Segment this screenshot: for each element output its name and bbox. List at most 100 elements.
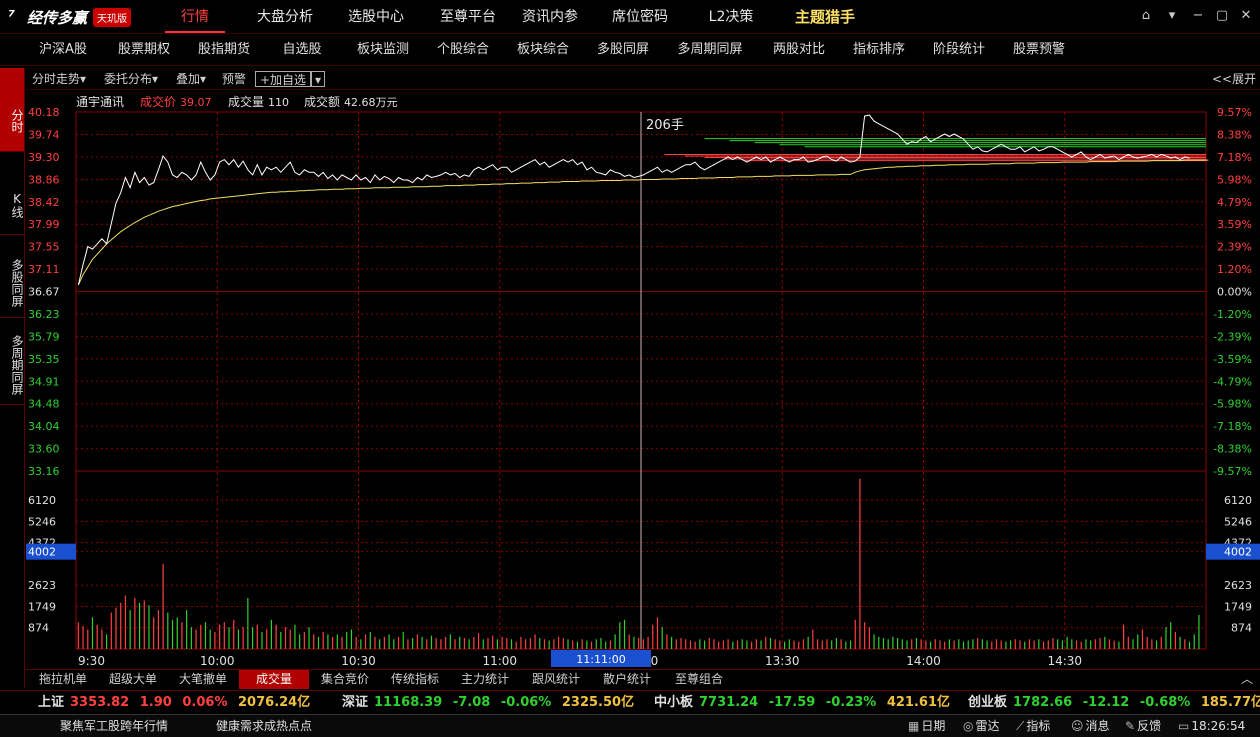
add-self-button[interactable]: +加自选: [255, 71, 312, 87]
sub-nav-duogu[interactable]: 多股同屏: [590, 35, 656, 65]
date-button[interactable]: ▦ 日期: [908, 718, 945, 735]
left-tab-duogu[interactable]: 多股同屏: [0, 236, 24, 318]
radar-label: 雷达: [975, 719, 1000, 733]
top-nav-xuangu[interactable]: 选股中心: [340, 0, 412, 34]
time-tick-label: 13:30: [765, 654, 800, 668]
bottom-tab-sanhu[interactable]: 散户统计: [594, 670, 660, 689]
price-tick-label: 35.35: [28, 353, 60, 366]
bottom-tab-zhuli[interactable]: 主力统计: [452, 670, 518, 689]
diejia-dropdown[interactable]: 叠加▾: [176, 71, 206, 87]
collapse-up-icon[interactable]: ︿: [1236, 670, 1258, 689]
volume-label: 成交量: [228, 94, 264, 109]
intraday-chart[interactable]: 40.18 9.57% 39.74 8.38% 39.30 7.18% 38.86 5.98%…: [26, 91, 1260, 669]
top-nav-hangqing[interactable]: 行情: [165, 0, 225, 34]
fenshi-dropdown[interactable]: 分时走势▾: [32, 71, 86, 87]
close-icon[interactable]: ✕: [1236, 6, 1256, 26]
pct-tick-label: 3.59%: [1217, 218, 1252, 231]
pct-tick-label: 9.57%: [1217, 106, 1252, 119]
weituo-label: 委托分布: [104, 72, 153, 86]
left-view-tabs: 分时 K线 多股同屏 多周期同屏: [0, 68, 25, 688]
pct-tick-label: -7.18%: [1213, 420, 1252, 433]
caret-down-icon: ▾: [200, 72, 207, 86]
price-tick-label: 36.23: [28, 308, 60, 321]
menu-dropdown-icon[interactable]: ▾: [1162, 6, 1182, 26]
price-tick-label: 38.86: [28, 173, 60, 186]
edit-icon: ✎: [1125, 719, 1136, 733]
minimize-icon[interactable]: −: [1188, 6, 1208, 26]
price-tick-label: 38.42: [28, 196, 60, 209]
bottom-tab-chaoji[interactable]: 超级大单: [100, 670, 166, 689]
volume-value: 110: [268, 96, 289, 109]
volume-bars: [77, 478, 1200, 649]
ticker-shanghai[interactable]: 上证 3353.82 1.90 0.06% 2076.24亿: [38, 694, 310, 712]
pct-tick-label: -9.57%: [1213, 465, 1252, 478]
ticker-change: -12.12: [1082, 695, 1130, 710]
top-nav-zhizun[interactable]: 至尊平台: [432, 0, 504, 34]
pct-tick-label: -1.20%: [1213, 308, 1252, 321]
sub-nav-duozhouqi[interactable]: 多周期同屏: [670, 35, 750, 65]
pct-tick-label: -8.38%: [1213, 443, 1252, 456]
price-tick-label: 34.04: [28, 420, 60, 433]
sub-nav-zixuan[interactable]: 自选股: [272, 35, 332, 65]
bottom-tab-tuolaji[interactable]: 拖拉机单: [30, 670, 96, 689]
sub-nav-gegu[interactable]: 个股综合: [430, 35, 496, 65]
time-tick-label: 9:30: [78, 654, 105, 668]
bottom-tab-chengjiao[interactable]: 成交量: [239, 670, 309, 689]
ticker-pct: -0.68%: [1139, 695, 1191, 710]
ticker-name: 中小板: [654, 695, 694, 710]
ticker-zhongxiao[interactable]: 中小板 7731.24 -17.59 -0.23% 421.61亿: [654, 694, 950, 712]
bottom-tab-jihe[interactable]: 集合竞价: [312, 670, 378, 689]
left-tab-fenshi[interactable]: 分时: [0, 68, 24, 152]
sub-nav-duibi[interactable]: 两股对比: [766, 35, 832, 65]
left-tab-duozhouqi[interactable]: 多周期同屏: [0, 319, 24, 405]
ticker-name: 创业板: [968, 695, 1008, 710]
indicator-button[interactable]: ⟋ 指标: [1016, 718, 1050, 735]
sub-nav-tongji[interactable]: 阶段统计: [926, 35, 992, 65]
sub-nav-bankuai[interactable]: 板块综合: [510, 35, 576, 65]
volume-tick-label-right: 5246: [1224, 515, 1252, 528]
caret-down-icon: ▾: [80, 72, 87, 86]
message-button[interactable]: ☺ 消息: [1071, 718, 1110, 735]
top-nav-zixun[interactable]: 资讯内参: [514, 0, 586, 34]
bottom-tab-genfeng[interactable]: 跟风统计: [523, 670, 589, 689]
news-link-2[interactable]: 健康需求成热点点: [216, 718, 312, 735]
ticker-chuangye[interactable]: 创业板 1782.66 -12.12 -0.68% 185.77亿: [968, 694, 1260, 712]
home-icon[interactable]: ⌂: [1136, 6, 1156, 26]
top-nav-zhuti[interactable]: 主题猎手: [784, 0, 866, 34]
top-nav-dapan[interactable]: 大盘分析: [250, 0, 320, 34]
bottom-tab-chuantong[interactable]: 传统指标: [382, 670, 448, 689]
ticker-pct: -0.23%: [825, 695, 877, 710]
sub-nav-hushen[interactable]: 沪深A股: [28, 35, 98, 65]
maximize-icon[interactable]: ▢: [1212, 6, 1232, 26]
calendar-icon: ▦: [908, 719, 920, 733]
sub-nav-paixu[interactable]: 指标排序: [846, 35, 912, 65]
sub-nav-jiance[interactable]: 板块监测: [350, 35, 416, 65]
amount-label: 成交额: [304, 94, 340, 109]
cursor-volume-label: 206手: [646, 118, 684, 133]
feedback-button[interactable]: ✎ 反馈: [1125, 718, 1161, 735]
top-nav-l2[interactable]: L2决策: [698, 0, 764, 34]
ticker-value: 3353.82: [70, 695, 130, 710]
sub-nav-qihuo[interactable]: 股指期货: [188, 35, 260, 65]
intraday-chart-svg[interactable]: 40.18 9.57% 39.74 8.38% 39.30 7.18% 38.86 5.98%…: [26, 91, 1260, 669]
bottom-tab-dabi[interactable]: 大笔撤单: [170, 670, 236, 689]
weituo-dropdown[interactable]: 委托分布▾: [104, 71, 158, 87]
ticker-shenzhen[interactable]: 深证 11168.39 -7.08 -0.06% 2325.50亿: [342, 694, 634, 712]
market-index-ticker: 上证 3353.82 1.90 0.06% 2076.24亿 深证 11168.39…: [0, 690, 1260, 714]
left-tab-kline[interactable]: K线: [0, 153, 24, 235]
time-tick-label: 10:00: [200, 654, 235, 668]
ticker-amount: 2325.50亿: [561, 695, 635, 710]
news-link-1[interactable]: 聚焦军工股跨年行情: [60, 718, 168, 735]
expand-button[interactable]: <<展开: [1212, 71, 1256, 87]
volume-tick-label-right: 4002: [1224, 546, 1252, 559]
sub-nav-qiquan[interactable]: 股票期权: [108, 35, 180, 65]
add-self-dropdown-icon[interactable]: ▾: [311, 71, 326, 87]
top-nav-xiwei[interactable]: 席位密码: [604, 0, 676, 34]
ticker-name: 深证: [342, 695, 369, 710]
sub-nav-yujing[interactable]: 股票预警: [1006, 35, 1072, 65]
stock-name: 通宇通讯: [76, 95, 124, 109]
volume-tick-label-right: 1749: [1224, 600, 1252, 613]
radar-button[interactable]: ◎ 雷达: [963, 718, 1000, 735]
yujing-button[interactable]: 预警: [222, 71, 246, 87]
bottom-tab-zhizun[interactable]: 至尊组合: [666, 670, 732, 689]
